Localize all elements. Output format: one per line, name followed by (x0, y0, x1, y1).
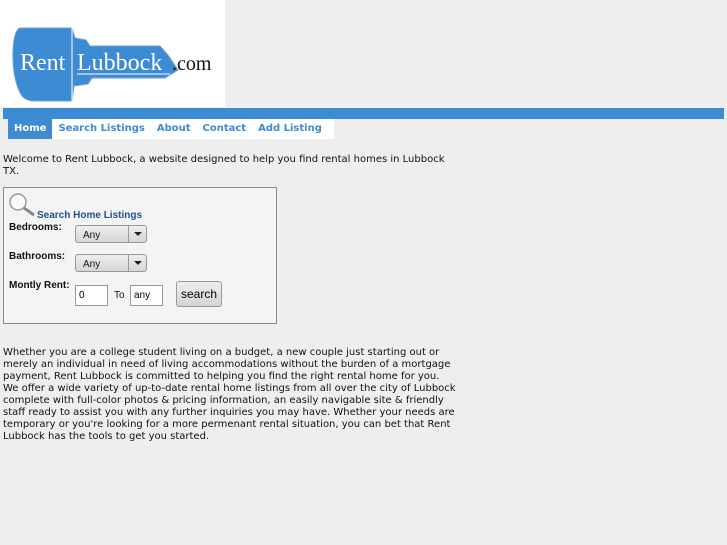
bathrooms-select[interactable]: Any (75, 254, 147, 272)
rent-min-input[interactable] (75, 285, 108, 306)
logo-text-rent: Rent (20, 50, 66, 76)
search-title: Search Home Listings (37, 210, 143, 221)
welcome-text: Welcome to Rent Lubbock, a website desig… (3, 154, 445, 177)
nav-contact[interactable]: Contact (197, 119, 253, 139)
nav-about[interactable]: About (151, 119, 197, 139)
logo-text-com: .com (172, 53, 212, 75)
magnifier-icon (9, 193, 35, 217)
bathrooms-label: Bathrooms: (9, 251, 66, 262)
bedrooms-value: Any (83, 230, 101, 241)
intro-paragraph: Whether you are a college student living… (3, 347, 456, 442)
rent-max-input[interactable] (130, 285, 163, 306)
main-nav: Home Search Listings About Contact Add L… (8, 119, 334, 139)
bedrooms-label: Bedrooms: (9, 222, 62, 233)
chevron-down-icon (128, 226, 146, 242)
key-logo-icon: Rent Lubbock .com (12, 27, 212, 102)
to-label: To (114, 290, 125, 301)
search-form: Search Home Listings Bedrooms: Any Bathr… (3, 187, 277, 324)
nav-home[interactable]: Home (8, 119, 53, 139)
logo-text-lubbock: Lubbock (77, 50, 162, 76)
rent-label: Montly Rent: (9, 280, 70, 291)
nav-search-listings[interactable]: Search Listings (52, 119, 150, 139)
header-bar (3, 108, 724, 119)
search-button[interactable]: search (176, 281, 222, 307)
bedrooms-select[interactable]: Any (75, 225, 147, 243)
nav-add-listing[interactable]: Add Listing (252, 119, 328, 139)
chevron-down-icon (128, 255, 146, 271)
bathrooms-value: Any (83, 259, 101, 270)
site-logo[interactable]: Rent Lubbock .com (0, 0, 225, 107)
